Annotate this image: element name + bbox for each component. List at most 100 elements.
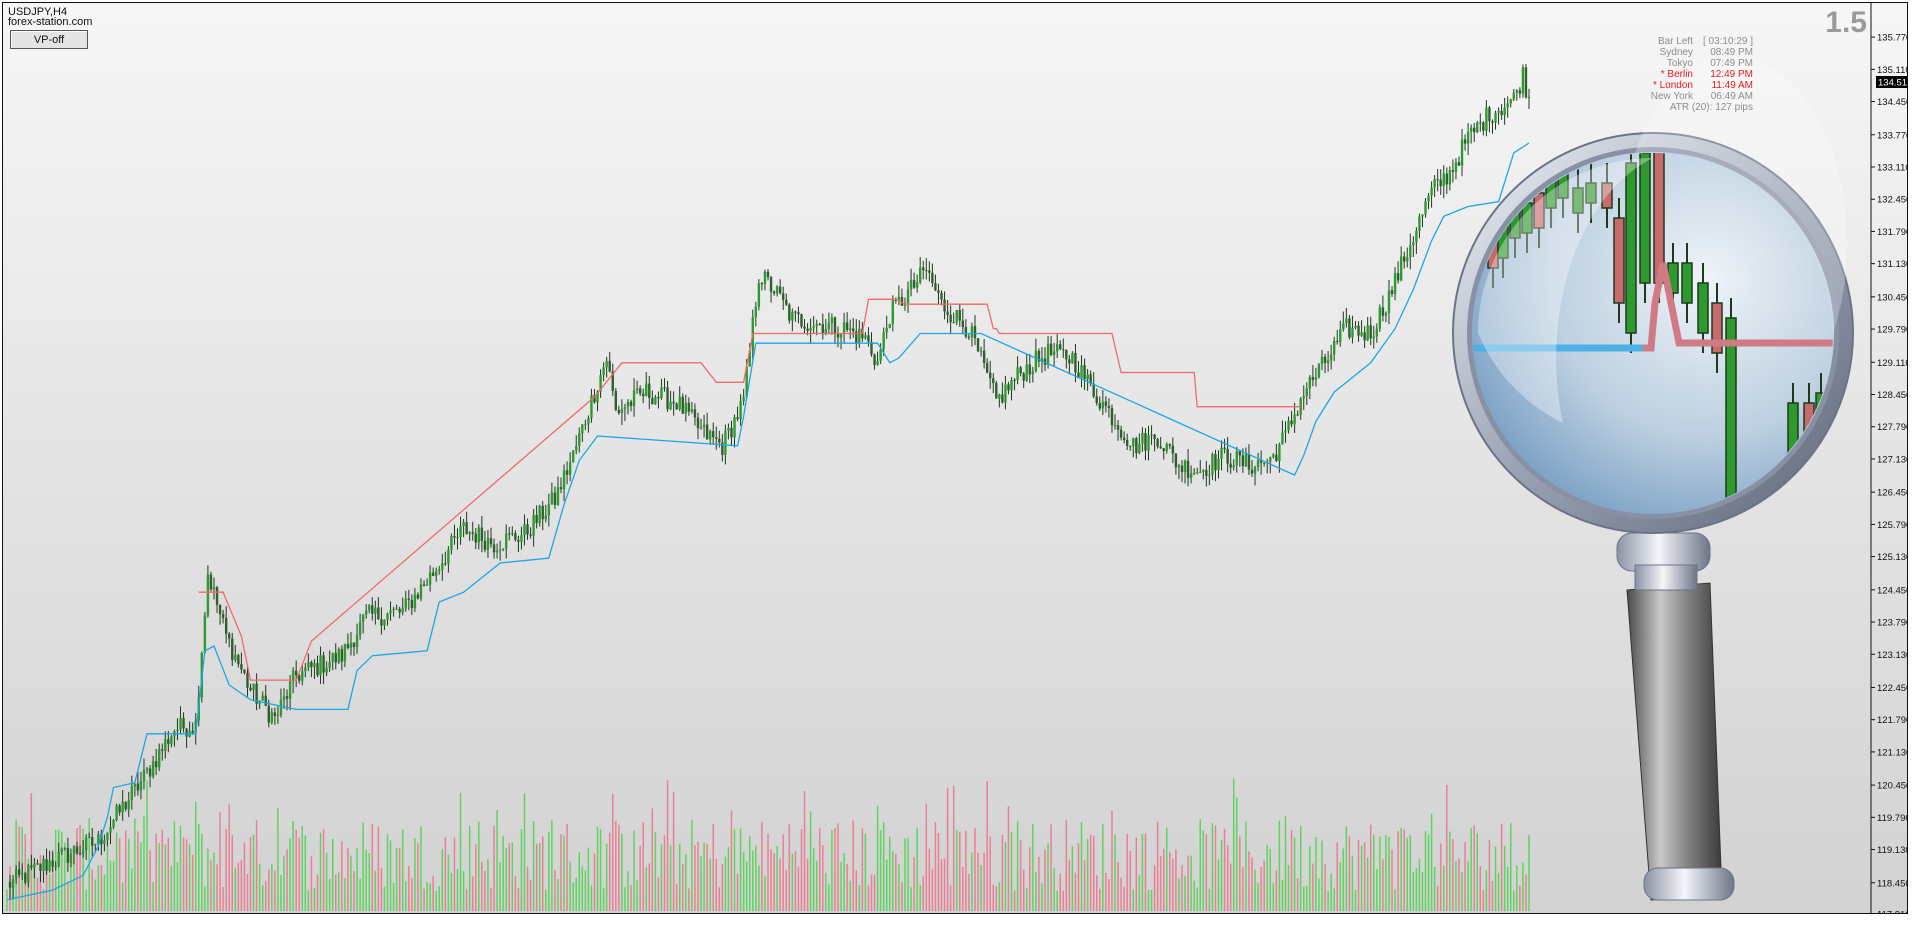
candle-body	[785, 299, 788, 305]
candle-body	[48, 860, 51, 871]
candle-body	[1022, 373, 1025, 381]
candle-body	[794, 311, 797, 313]
site-label: forex-station.com	[8, 16, 93, 28]
price-tick-label: 131.130	[1877, 259, 1908, 270]
candle-body	[1418, 216, 1421, 231]
candle-body	[51, 860, 54, 867]
candle-body	[992, 378, 995, 384]
volume-histogram	[6, 778, 1530, 911]
candle-body	[246, 672, 249, 688]
candle-body	[377, 607, 380, 620]
candle-body	[925, 270, 928, 272]
current-price-tag: 134.510	[1876, 76, 1907, 89]
candle-body	[1448, 170, 1452, 185]
candle-body	[1454, 162, 1458, 172]
candle-body	[1433, 179, 1436, 188]
candle-body	[1509, 99, 1512, 104]
price-tick-label: 135.770	[1877, 33, 1908, 44]
candle-body	[900, 296, 904, 306]
candle-body	[1497, 110, 1500, 113]
price-tick-label: 134.450	[1877, 97, 1908, 108]
candle-body	[635, 388, 639, 391]
candle-body	[1305, 388, 1308, 397]
candle-body	[121, 801, 124, 813]
candle-body	[1262, 462, 1266, 464]
candle-body	[733, 417, 736, 438]
candle-body	[538, 505, 541, 524]
candle-body	[69, 853, 73, 863]
candle-body	[1068, 359, 1071, 364]
candle-body	[368, 605, 371, 611]
zoomed-candle-body	[1653, 153, 1665, 284]
candle-body	[587, 418, 590, 425]
candle-body	[182, 717, 185, 729]
candle-body	[1329, 354, 1333, 361]
info-label: New York	[1650, 91, 1693, 102]
candle-body	[1296, 414, 1299, 416]
candle-body	[891, 299, 895, 324]
info-value: 07:49 PM	[1710, 58, 1753, 69]
price-axis: 135.770 135.110 134.450 133.770 133.110 132.4…	[1870, 3, 1908, 915]
candle-body	[852, 328, 855, 332]
candle-body	[307, 662, 310, 668]
candle-body	[1071, 352, 1074, 364]
candle-body	[967, 336, 971, 338]
candle-body	[1463, 139, 1467, 144]
candle-body	[514, 533, 517, 540]
candle-body	[1436, 179, 1439, 181]
candle-body	[361, 614, 365, 622]
candle-body	[11, 879, 15, 888]
vp-toggle-button[interactable]: VP-off	[10, 30, 88, 49]
price-tick-label: 135.110	[1877, 65, 1908, 76]
candle-body	[209, 574, 213, 590]
candle-body	[964, 326, 968, 337]
candle-body	[693, 409, 697, 418]
candle-body	[1171, 445, 1175, 454]
plot-area[interactable]: 135.770 135.110 134.450 133.770 133.110 132.4…	[2, 2, 1908, 914]
candle-body	[584, 424, 587, 426]
candle-body	[517, 539, 520, 542]
info-label: Tokyo	[1666, 58, 1693, 69]
candle-body	[1357, 325, 1360, 336]
candle-body	[224, 617, 228, 634]
candle-body	[1409, 245, 1412, 258]
candle-body	[27, 865, 30, 883]
candle-body	[803, 326, 806, 329]
candle-body	[1476, 122, 1479, 133]
candle-body	[1253, 467, 1257, 474]
candle-body	[626, 401, 630, 408]
candle-body	[1205, 469, 1208, 476]
candle-body	[605, 360, 608, 368]
candle-body	[1527, 96, 1531, 98]
info-label: * London	[1652, 80, 1693, 91]
candle-body	[995, 383, 998, 399]
candle-body	[760, 283, 764, 285]
candle-body	[1503, 107, 1506, 116]
candle-body	[575, 445, 578, 451]
candle-body	[1119, 429, 1123, 438]
candle-body	[33, 863, 36, 868]
candle-body	[1116, 425, 1120, 430]
candle-body	[94, 844, 97, 846]
candle-body	[310, 662, 313, 668]
candle-body	[1028, 364, 1031, 375]
candle-body	[982, 350, 986, 363]
candle-body	[571, 450, 575, 463]
candle-body	[468, 532, 471, 535]
candle-body	[1202, 469, 1205, 472]
candle-body	[1424, 201, 1427, 215]
candle-body	[425, 584, 429, 586]
candle-body	[1281, 432, 1284, 445]
price-tick-label: 119.790	[1877, 813, 1908, 824]
candle-body	[118, 805, 121, 813]
candle-body	[124, 801, 127, 810]
price-tick-label: 119.130	[1877, 845, 1908, 856]
candle-body	[922, 267, 925, 271]
price-tick-label: 117.810	[1877, 910, 1908, 915]
price-tick-label: 131.790	[1877, 227, 1908, 238]
candle-body	[1384, 312, 1388, 316]
candle-body	[480, 527, 484, 541]
candle-body	[791, 311, 794, 321]
candle-body	[1430, 187, 1433, 196]
candle-body	[836, 333, 840, 338]
